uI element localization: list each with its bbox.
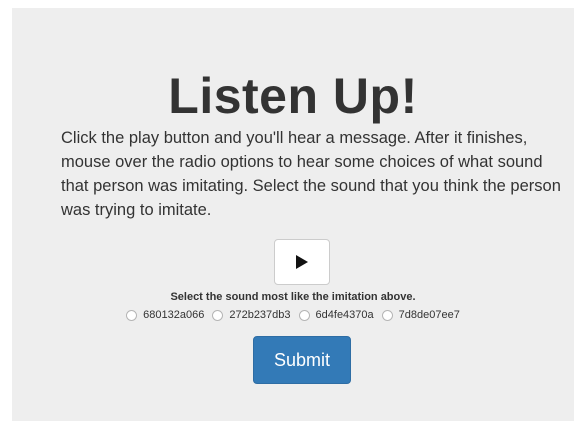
sound-option[interactable]: 272b237db3	[212, 309, 291, 321]
instructions-text: Click the play button and you'll hear a …	[61, 129, 561, 219]
sound-option-label: 272b237db3	[229, 309, 291, 321]
sound-option-label: 680132a066	[143, 309, 205, 321]
sound-options: 680132a066 272b237db3 6d4fe4370a 7d8de07…	[12, 309, 574, 321]
sound-option-label: 7d8de07ee7	[398, 309, 460, 321]
radio-button[interactable]	[212, 309, 224, 321]
radio-button[interactable]	[126, 309, 138, 321]
radio-button[interactable]	[298, 309, 310, 321]
selection-prompt: Select the sound most like the imitation…	[170, 291, 416, 303]
page-title: Listen Up!	[168, 68, 418, 124]
sound-option-label: 6d4fe4370a	[315, 309, 374, 321]
jumbotron-panel: Listen Up! Click the play button and you…	[12, 8, 574, 421]
play-icon	[296, 255, 308, 269]
sound-option[interactable]: 680132a066	[126, 309, 204, 321]
sound-option[interactable]: 7d8de07ee7	[381, 309, 460, 321]
sound-option[interactable]: 6d4fe4370a	[298, 309, 374, 321]
radio-button[interactable]	[381, 309, 393, 321]
submit-button[interactable]: Submit	[253, 336, 351, 384]
play-button[interactable]	[274, 239, 330, 285]
